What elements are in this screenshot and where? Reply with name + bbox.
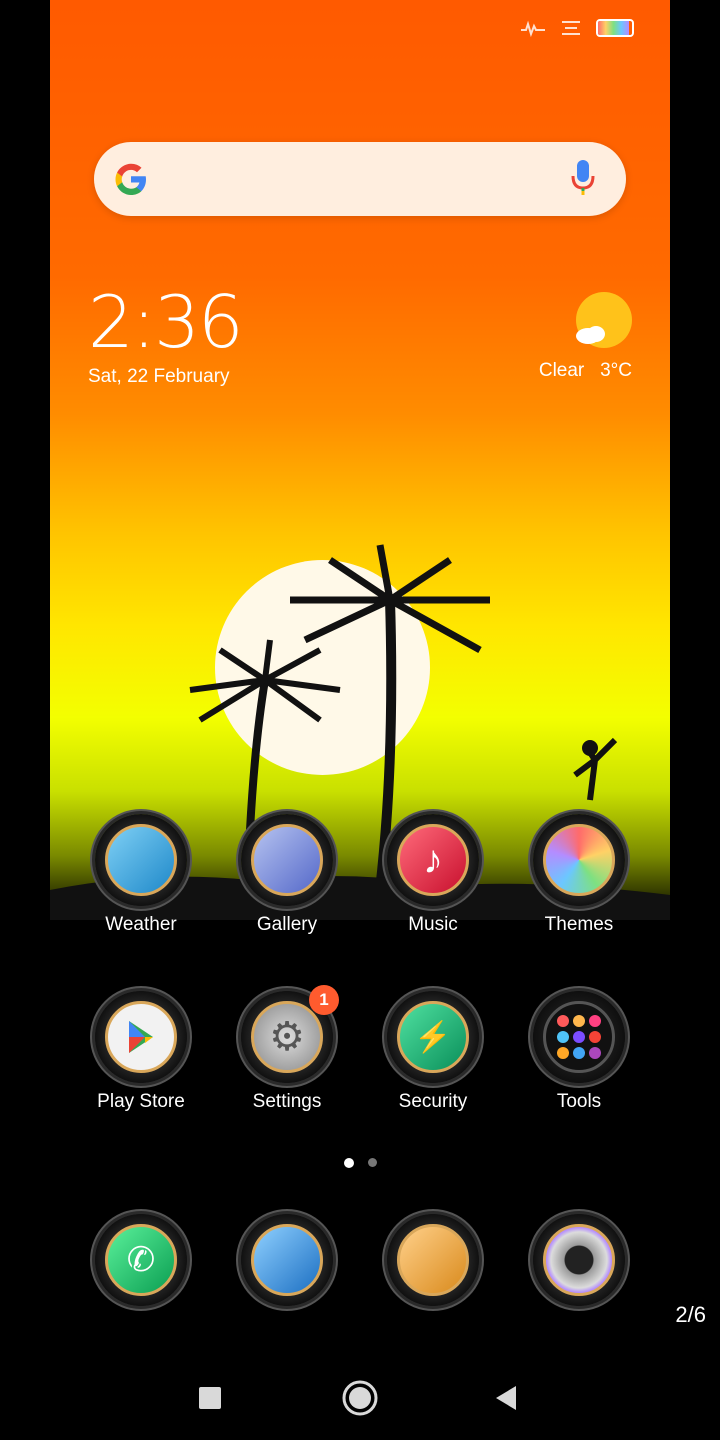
weather-icon (95, 814, 187, 906)
app-play-store[interactable]: Play Store (68, 991, 214, 1113)
circle-icon (342, 1380, 378, 1416)
weather-summary: Clear 3°C (539, 360, 632, 382)
recents-button[interactable] (186, 1374, 234, 1422)
app-label: Weather (105, 914, 177, 935)
browser-icon (241, 1214, 333, 1306)
clock-time: 2:36 (88, 280, 244, 364)
app-label: Music (408, 914, 458, 935)
navigation-bar (0, 1356, 720, 1440)
home-screen: 2:36 Sat, 22 February Clear 3°C Weather … (50, 0, 670, 1440)
clock-widget[interactable]: 2:36 Sat, 22 February (88, 280, 244, 388)
phone-icon: ✆ (95, 1214, 187, 1306)
clock-date: Sat, 22 February (88, 366, 230, 387)
mic-icon[interactable] (568, 158, 598, 198)
gallery-icon (241, 814, 333, 906)
app-row-2: Play Store ⚙ 1 Settings ⚡ Security Tools (50, 985, 670, 1131)
app-label: Tools (556, 1091, 602, 1112)
app-label: Security (398, 1091, 468, 1112)
weather-temperature: 3°C (600, 360, 632, 381)
music-icon: ♪ (387, 814, 479, 906)
app-weather[interactable]: Weather (68, 814, 214, 936)
settings-icon: ⚙ 1 (241, 985, 339, 1083)
weather-widget[interactable]: Clear 3°C (522, 290, 632, 390)
app-security[interactable]: ⚡ Security (360, 991, 506, 1113)
camera-icon (533, 1214, 625, 1306)
app-tools-folder[interactable]: Tools (506, 991, 652, 1113)
page-counter: 2/6 (675, 1302, 706, 1327)
play-store-icon (95, 991, 187, 1083)
back-button[interactable] (482, 1374, 530, 1422)
battery-icon (596, 19, 634, 37)
messages-icon (387, 1214, 479, 1306)
weather-condition: Clear (538, 360, 585, 381)
page-dot-1[interactable] (343, 1158, 354, 1168)
signal-activity-icon (521, 20, 545, 38)
dock-messages[interactable] (360, 1214, 506, 1306)
app-music[interactable]: ♪ Music (360, 814, 506, 936)
dock-browser[interactable] (214, 1214, 360, 1306)
security-icon: ⚡ (387, 991, 479, 1083)
app-gallery[interactable]: Gallery (214, 814, 360, 936)
wallpaper (50, 0, 670, 920)
tools-folder-icon (533, 991, 625, 1083)
status-bar (50, 0, 670, 56)
battery-fill (598, 21, 630, 35)
notification-badge: 1 (309, 985, 339, 1015)
app-settings[interactable]: ⚙ 1 Settings (214, 985, 360, 1113)
app-label: Themes (544, 914, 614, 935)
notification-lines-icon (562, 21, 580, 35)
back-triangle-icon (496, 1386, 516, 1410)
palm-silhouette-icon (50, 544, 670, 920)
page-indicator (50, 1158, 670, 1168)
google-icon (115, 163, 146, 195)
dock-camera[interactable] (506, 1214, 652, 1306)
app-label: Gallery (256, 914, 318, 935)
dock: ✆ (50, 1214, 670, 1354)
sun-cloud-icon (576, 292, 632, 348)
google-search-bar[interactable] (94, 142, 626, 216)
app-row-1: Weather Gallery ♪ Music Themes (50, 814, 670, 954)
page-dot-2[interactable] (367, 1158, 377, 1167)
themes-icon (533, 814, 625, 906)
app-label: Settings (252, 1091, 322, 1112)
square-icon (199, 1387, 221, 1409)
status-icons (520, 18, 634, 38)
dock-phone[interactable]: ✆ (68, 1214, 214, 1306)
app-label: Play Store (97, 1091, 185, 1112)
app-themes[interactable]: Themes (506, 814, 652, 936)
home-button[interactable] (336, 1374, 384, 1422)
